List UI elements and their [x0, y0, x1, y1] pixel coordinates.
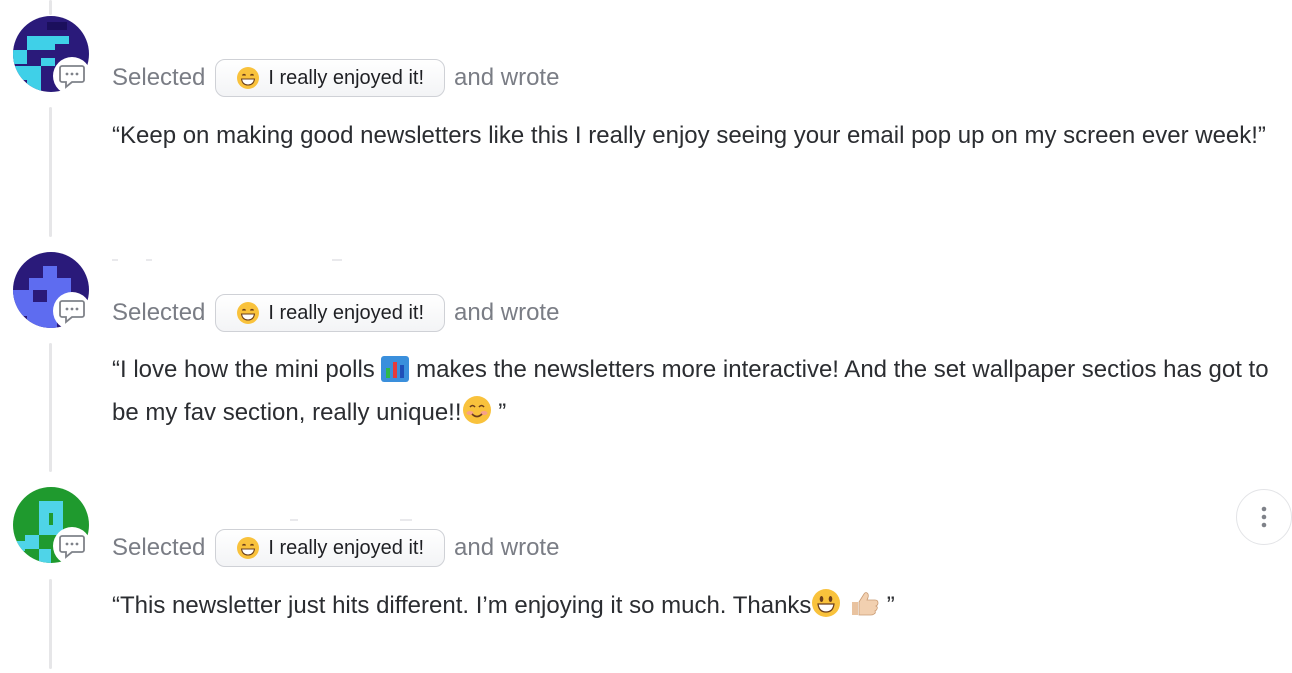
quote-text: “This newsletter just hits different. I’…	[112, 592, 812, 619]
reaction-pill[interactable]: I really enjoyed it!	[215, 294, 446, 332]
grinning-face-icon	[236, 301, 260, 325]
smiling-face-icon	[462, 395, 492, 437]
more-options-button[interactable]	[1236, 489, 1292, 545]
selected-label: Selected	[112, 299, 206, 326]
response-feed: Selected I really enjoyed it! and wrote …	[0, 0, 1292, 673]
reaction-line: Selected I really enjoyed it! and wrote	[112, 527, 559, 569]
wrote-label: and wrote	[454, 64, 560, 91]
faint-divider	[146, 259, 152, 261]
selected-label: Selected	[112, 64, 206, 91]
faint-divider	[332, 259, 342, 261]
vertical-ellipsis-icon	[1261, 506, 1267, 528]
thumbs-up-icon	[848, 588, 880, 630]
speech-bubble-icon	[59, 300, 85, 324]
comment-badge	[53, 57, 91, 95]
quote-end: ”	[886, 592, 895, 619]
grinning-face-icon	[236, 66, 260, 90]
reaction-label: I really enjoyed it!	[268, 66, 425, 89]
speech-bubble-icon	[59, 65, 85, 89]
response-quote: “I love how the mini polls makes the new…	[112, 351, 1287, 437]
selected-label: Selected	[112, 534, 206, 561]
thread-line	[49, 107, 52, 237]
thread-line	[49, 579, 52, 669]
response-quote: “This newsletter just hits different. I’…	[112, 587, 1287, 630]
speech-bubble-icon	[59, 535, 85, 559]
comment-badge	[53, 292, 91, 330]
reaction-line: Selected I really enjoyed it! and wrote	[112, 57, 559, 99]
faint-divider	[400, 519, 412, 521]
faint-divider	[112, 259, 118, 261]
reaction-pill[interactable]: I really enjoyed it!	[215, 59, 446, 97]
wrote-label: and wrote	[454, 299, 560, 326]
reaction-label: I really enjoyed it!	[268, 301, 425, 324]
response-quote: “Keep on making good newsletters like th…	[112, 122, 1266, 149]
reaction-line: Selected I really enjoyed it! and wrote	[112, 292, 559, 334]
quote-text: “I love how the mini polls	[112, 356, 375, 383]
faint-divider	[290, 519, 298, 521]
quote-end: ”	[498, 399, 507, 426]
thread-line	[49, 343, 52, 472]
wrote-label: and wrote	[454, 534, 560, 561]
reaction-pill[interactable]: I really enjoyed it!	[215, 529, 446, 567]
grinning-face-big-eyes-icon	[811, 588, 841, 630]
bar-chart-icon	[381, 356, 410, 394]
grinning-face-icon	[236, 536, 260, 560]
reaction-label: I really enjoyed it!	[268, 536, 425, 559]
comment-badge	[53, 527, 91, 565]
thread-line	[49, 0, 52, 15]
